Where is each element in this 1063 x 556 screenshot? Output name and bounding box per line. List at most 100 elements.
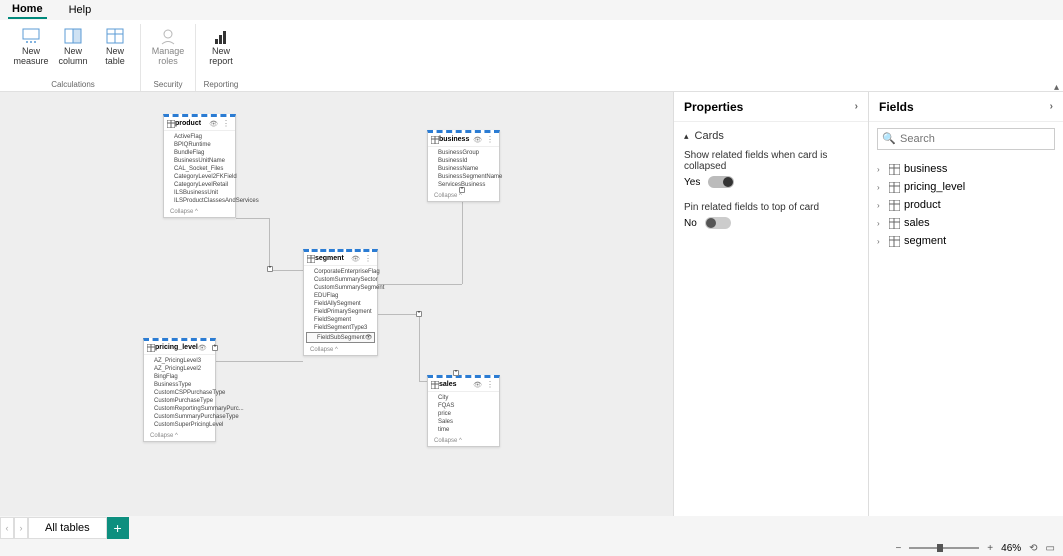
visibility-icon[interactable]: 👁 bbox=[365, 334, 373, 341]
table-icon bbox=[889, 236, 900, 247]
relationship-line bbox=[378, 284, 462, 285]
cardinality-marker: * bbox=[212, 345, 218, 351]
toggle-value: No bbox=[684, 218, 697, 229]
zoom-in-button[interactable]: + bbox=[987, 543, 993, 554]
menu-help[interactable]: Help bbox=[65, 2, 96, 18]
fields-item-product[interactable]: › product bbox=[877, 196, 1055, 214]
visibility-icon[interactable]: 👁 bbox=[473, 381, 482, 389]
table-card-pricing-level[interactable]: pricing_level 👁 ⋮ AZ_PricingLevel3 AZ_Pr… bbox=[143, 338, 216, 442]
properties-section-cards[interactable]: ▴ Cards bbox=[684, 130, 858, 142]
collapse-panel-icon[interactable]: › bbox=[855, 101, 858, 112]
field[interactable]: BundleFlag bbox=[164, 149, 235, 157]
new-table-button[interactable]: New table bbox=[96, 24, 134, 78]
toggle-pin-related[interactable] bbox=[705, 217, 731, 229]
field[interactable]: Sales bbox=[428, 418, 499, 426]
table-card-product[interactable]: product 👁 ⋮ ActiveFlag BPIQRuntime Bundl… bbox=[163, 114, 236, 218]
zoom-slider[interactable] bbox=[909, 547, 979, 549]
field[interactable]: CategoryLevel2FKField bbox=[164, 173, 235, 181]
fields-item-label: pricing_level bbox=[904, 181, 965, 193]
expand-icon: › bbox=[877, 237, 885, 246]
field[interactable]: BusinessName bbox=[428, 165, 499, 173]
field[interactable]: ILSBusinessUnit bbox=[164, 189, 235, 197]
field[interactable]: BPIQRuntime bbox=[164, 141, 235, 149]
field[interactable]: BingFlag bbox=[144, 373, 215, 381]
field[interactable]: CustomCSPPurchaseType bbox=[144, 389, 215, 397]
field[interactable]: FieldAllySegment bbox=[304, 300, 377, 308]
card-collapse[interactable]: Collapse ^ bbox=[304, 345, 377, 355]
fields-item-label: segment bbox=[904, 235, 946, 247]
table-card-sales[interactable]: sales 👁 ⋮ City FQAS price Sales time Col… bbox=[427, 375, 500, 447]
field[interactable]: FieldSegment bbox=[304, 316, 377, 324]
card-menu-icon[interactable]: ⋮ bbox=[220, 119, 232, 128]
card-menu-icon[interactable]: ⋮ bbox=[362, 254, 374, 263]
workspace: product 👁 ⋮ ActiveFlag BPIQRuntime Bundl… bbox=[0, 92, 1063, 516]
tab-next-button[interactable]: › bbox=[14, 517, 28, 539]
fields-search: 🔍 bbox=[877, 128, 1055, 150]
new-measure-button[interactable]: New measure bbox=[12, 24, 50, 78]
visibility-icon[interactable]: 👁 bbox=[209, 120, 218, 128]
field[interactable]: BusinessId bbox=[428, 157, 499, 165]
field-selected[interactable]: FieldSubSegment👁 bbox=[306, 332, 375, 343]
table-card-segment[interactable]: segment 👁 ⋮ CorporateEnterpriseFlag Cust… bbox=[303, 249, 378, 356]
field[interactable]: FQAS bbox=[428, 402, 499, 410]
field[interactable]: AZ_PricingLevel2 bbox=[144, 365, 215, 373]
field[interactable]: City bbox=[428, 394, 499, 402]
menu-home[interactable]: Home bbox=[8, 1, 47, 19]
toggle-show-related[interactable] bbox=[708, 176, 734, 188]
card-title: sales bbox=[439, 381, 473, 388]
fit-page-button[interactable]: ⟲ bbox=[1029, 543, 1037, 554]
search-input[interactable] bbox=[877, 128, 1055, 150]
field[interactable]: EDUFlag bbox=[304, 292, 377, 300]
field[interactable]: CustomPurchaseType bbox=[144, 397, 215, 405]
field[interactable]: CustomSummaryPurchaseType bbox=[144, 413, 215, 421]
visibility-icon[interactable]: 👁 bbox=[198, 344, 207, 352]
visibility-icon[interactable]: 👁 bbox=[351, 255, 360, 263]
visibility-icon[interactable]: 👁 bbox=[473, 136, 482, 144]
collapse-panel-icon[interactable]: › bbox=[1050, 101, 1053, 112]
new-report-button[interactable]: New report bbox=[202, 24, 240, 78]
fields-item-segment[interactable]: › segment bbox=[877, 232, 1055, 250]
model-canvas[interactable]: product 👁 ⋮ ActiveFlag BPIQRuntime Bundl… bbox=[0, 92, 673, 516]
field[interactable]: ActiveFlag bbox=[164, 133, 235, 141]
field[interactable]: AZ_PricingLevel3 bbox=[144, 357, 215, 365]
table-icon bbox=[167, 120, 175, 128]
field[interactable]: price bbox=[428, 410, 499, 418]
field[interactable]: FieldSegmentType3 bbox=[304, 324, 377, 332]
field[interactable]: CorporateEnterpriseFlag bbox=[304, 268, 377, 276]
new-column-button[interactable]: New column bbox=[54, 24, 92, 78]
manage-roles-button[interactable]: Manage roles bbox=[147, 24, 189, 78]
ribbon-group-reporting: New report Reporting bbox=[196, 24, 246, 91]
card-collapse[interactable]: Collapse ^ bbox=[428, 436, 499, 446]
fields-item-pricing-level[interactable]: › pricing_level bbox=[877, 178, 1055, 196]
table-icon bbox=[889, 200, 900, 211]
cardinality-marker: * bbox=[453, 370, 459, 376]
card-menu-icon[interactable]: ⋮ bbox=[484, 380, 496, 389]
fullscreen-button[interactable]: ▭ bbox=[1046, 543, 1055, 554]
field[interactable]: CustomReportingSummaryPurc... bbox=[144, 405, 215, 413]
card-collapse[interactable]: Collapse ^ bbox=[164, 207, 235, 217]
field[interactable]: CustomSummarySegment bbox=[304, 284, 377, 292]
tab-all-tables[interactable]: All tables bbox=[28, 517, 107, 539]
cardinality-marker: * bbox=[267, 266, 273, 272]
field[interactable]: CustomSummarySector bbox=[304, 276, 377, 284]
fields-item-business[interactable]: › business bbox=[877, 160, 1055, 178]
field[interactable]: FieldPrimarySegment bbox=[304, 308, 377, 316]
table-icon bbox=[889, 182, 900, 193]
menubar: Home Help bbox=[0, 0, 1063, 20]
tab-add-button[interactable]: + bbox=[107, 517, 129, 539]
field[interactable]: BusinessType bbox=[144, 381, 215, 389]
card-collapse[interactable]: Collapse ^ bbox=[144, 431, 215, 441]
field[interactable]: ILSProductClassesAndServices bbox=[164, 197, 235, 205]
field[interactable]: time bbox=[428, 426, 499, 434]
cardinality-marker: * bbox=[459, 187, 465, 193]
field[interactable]: BusinessSegmentName bbox=[428, 173, 499, 181]
zoom-out-button[interactable]: − bbox=[895, 543, 901, 554]
card-menu-icon[interactable]: ⋮ bbox=[484, 135, 496, 144]
field[interactable]: BusinessGroup bbox=[428, 149, 499, 157]
field[interactable]: CategoryLevelRetail bbox=[164, 181, 235, 189]
tab-prev-button[interactable]: ‹ bbox=[0, 517, 14, 539]
field[interactable]: CAL_Socket_Files bbox=[164, 165, 235, 173]
fields-item-sales[interactable]: › sales bbox=[877, 214, 1055, 232]
field[interactable]: BusinessUnitName bbox=[164, 157, 235, 165]
field[interactable]: CustomSuperPricingLevel bbox=[144, 421, 215, 429]
